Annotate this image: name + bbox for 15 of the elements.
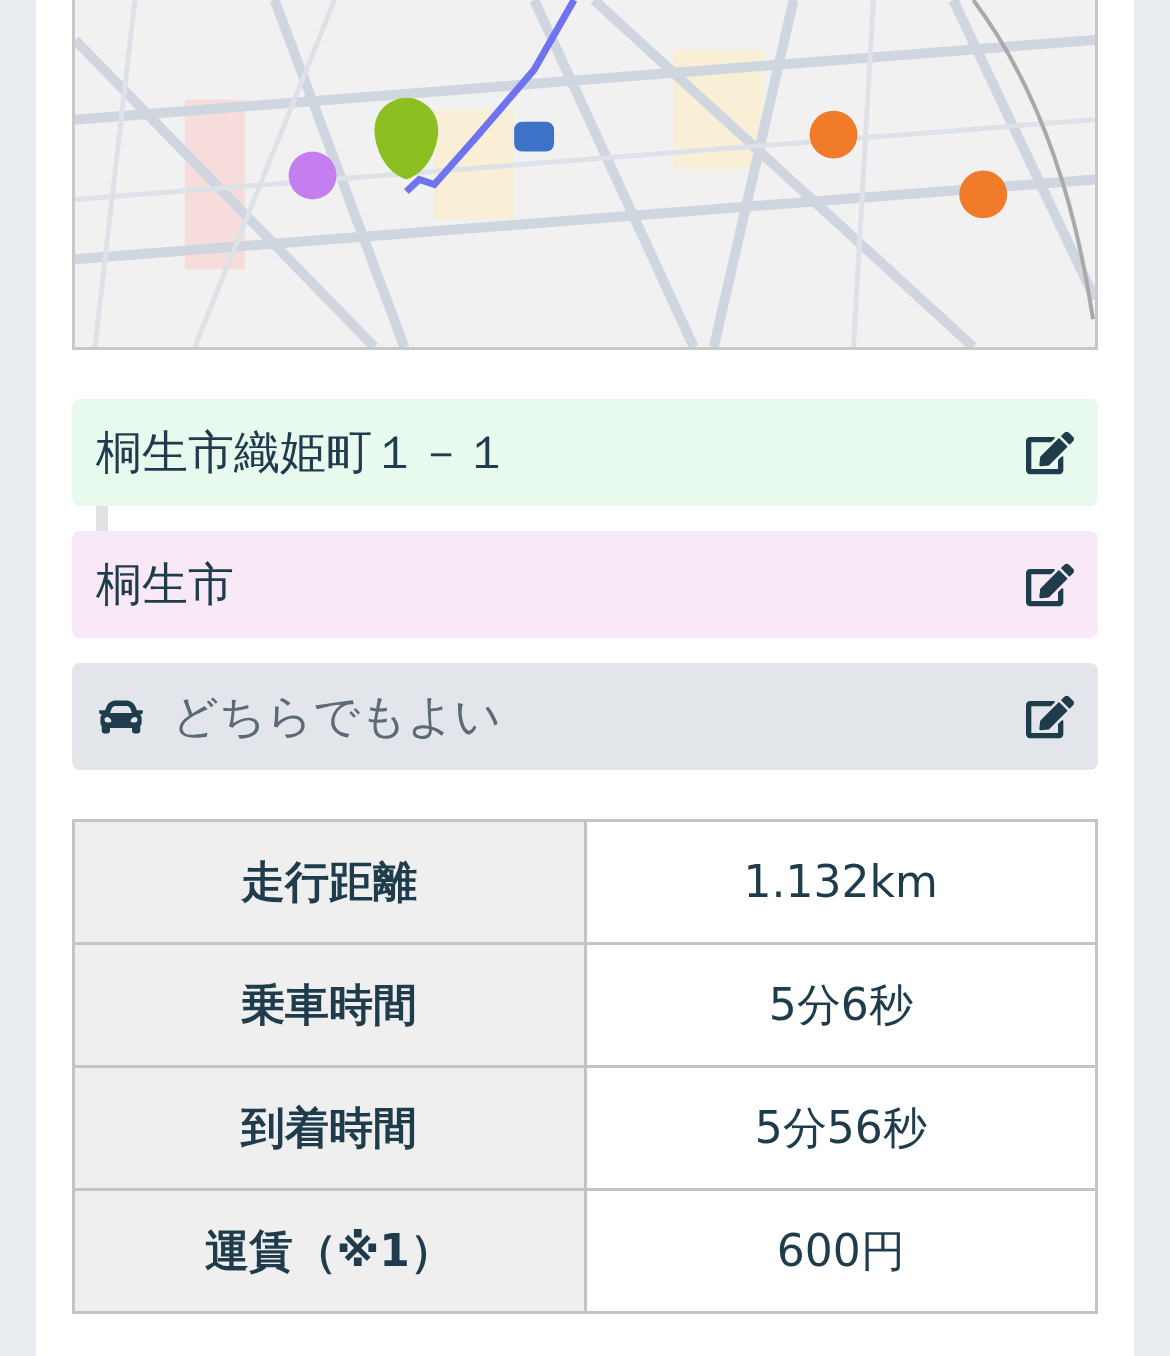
route-connector bbox=[96, 506, 108, 531]
route-field[interactable]: どちらでもよい bbox=[72, 663, 1098, 770]
route-field[interactable]: 桐生市 bbox=[72, 531, 1098, 638]
field-text: 桐生市織姫町１－１ bbox=[96, 424, 510, 481]
table-header-cell: 走行距離 bbox=[73, 820, 585, 944]
table-header-cell: 運賃（※1） bbox=[73, 1189, 585, 1313]
table-cell: 5分6秒 bbox=[585, 943, 1097, 1067]
table-header-cell: 到着時間 bbox=[73, 1066, 585, 1190]
table-cell: 5分56秒 bbox=[585, 1066, 1097, 1190]
table-cell: 1.132km bbox=[585, 820, 1097, 944]
field-text: 桐生市 bbox=[96, 556, 234, 613]
table-header-cell: 乗車時間 bbox=[73, 943, 585, 1067]
table-cell: 600円 bbox=[585, 1189, 1097, 1313]
route-field[interactable]: 桐生市織姫町１－１ bbox=[72, 399, 1098, 506]
field-text: どちらでもよい bbox=[172, 688, 501, 745]
